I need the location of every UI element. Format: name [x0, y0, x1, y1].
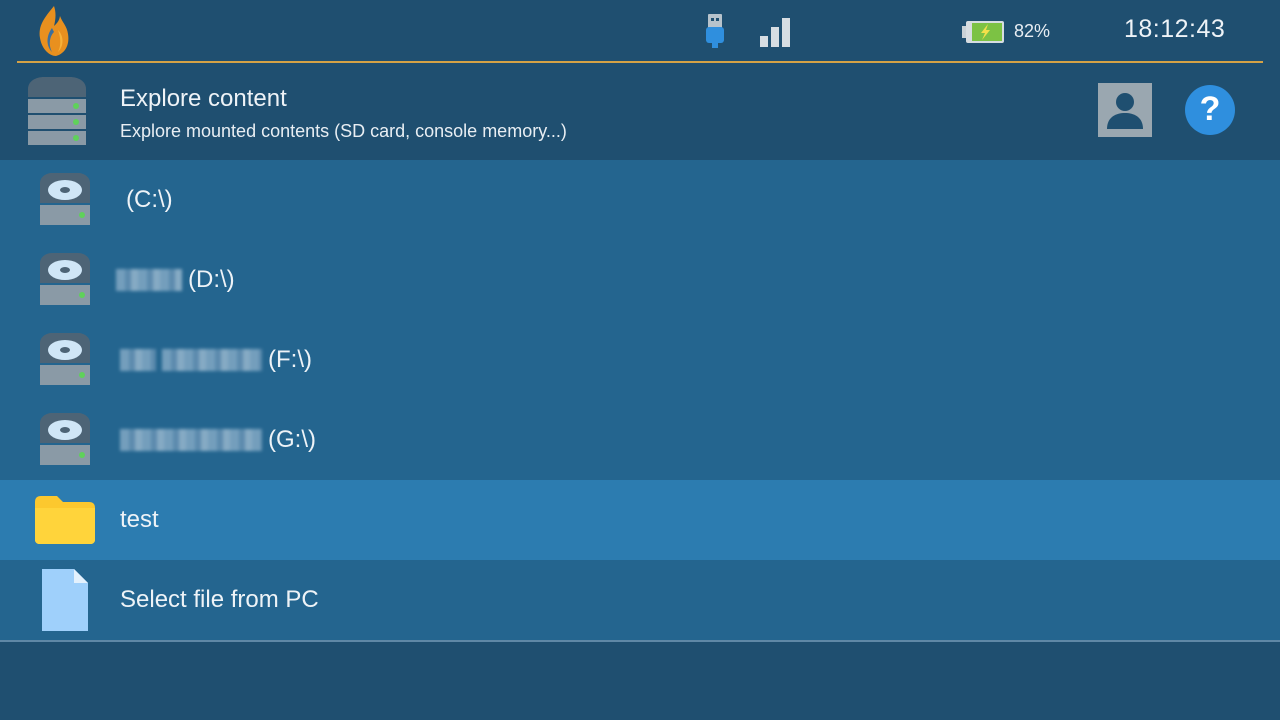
- list-item-label: (G:\): [120, 426, 316, 454]
- drive-label: (C:\): [126, 186, 173, 213]
- file-label: Select file from PC: [120, 586, 319, 613]
- signal-icon: [760, 18, 790, 47]
- clock: 18:12:43: [1124, 15, 1226, 43]
- list-item-label: Select file from PC: [120, 586, 319, 614]
- disk-drive-icon: [40, 413, 90, 465]
- list-item-drive-c[interactable]: (C:\): [0, 160, 1280, 240]
- list-item-drive-g[interactable]: (G:\): [0, 400, 1280, 480]
- drive-label: (D:\): [188, 266, 235, 293]
- battery-percentage: 82%: [1014, 21, 1051, 41]
- usb-icon: [706, 14, 724, 48]
- list-item-folder-test[interactable]: test: [0, 480, 1280, 560]
- server-icon: [28, 77, 86, 145]
- content-list: (C:\) (D:\) (F:\) (G:\) test Select file…: [0, 160, 1280, 640]
- disk-drive-icon: [40, 253, 90, 305]
- explore-header: Explore content Explore mounted contents…: [0, 63, 1280, 160]
- folder-label: test: [120, 506, 159, 533]
- list-item-label: (C:\): [126, 186, 173, 214]
- list-item-drive-f[interactable]: (F:\): [0, 320, 1280, 400]
- status-bar: 82% 18:12:43: [0, 0, 1280, 63]
- help-button[interactable]: ?: [1185, 85, 1235, 135]
- page-title: Explore content: [120, 85, 287, 112]
- folder-icon: [35, 496, 95, 544]
- redacted-volume-name: [120, 349, 156, 371]
- bottom-bar: [0, 642, 1280, 720]
- app-logo-flame-icon: [39, 6, 69, 56]
- disk-drive-icon: [40, 333, 90, 385]
- page-subtitle: Explore mounted contents (SD card, conso…: [120, 121, 567, 141]
- list-item-select-file-from-pc[interactable]: Select file from PC: [0, 560, 1280, 640]
- list-item-label: test: [120, 506, 159, 534]
- redacted-volume-name: [120, 429, 262, 451]
- battery-charging-icon: [962, 21, 1004, 43]
- redacted-volume-name: [116, 269, 182, 291]
- drive-label: (G:\): [268, 426, 316, 453]
- list-item-drive-d[interactable]: (D:\): [0, 240, 1280, 320]
- user-button[interactable]: [1098, 83, 1152, 137]
- list-item-label: (F:\): [120, 346, 312, 374]
- disk-drive-icon: [40, 173, 90, 225]
- drive-label: (F:\): [268, 346, 312, 373]
- help-icon: ?: [1199, 90, 1221, 128]
- file-icon: [42, 569, 88, 631]
- list-item-label: (D:\): [116, 266, 235, 294]
- redacted-volume-name: [162, 349, 262, 371]
- user-icon: [1107, 93, 1143, 129]
